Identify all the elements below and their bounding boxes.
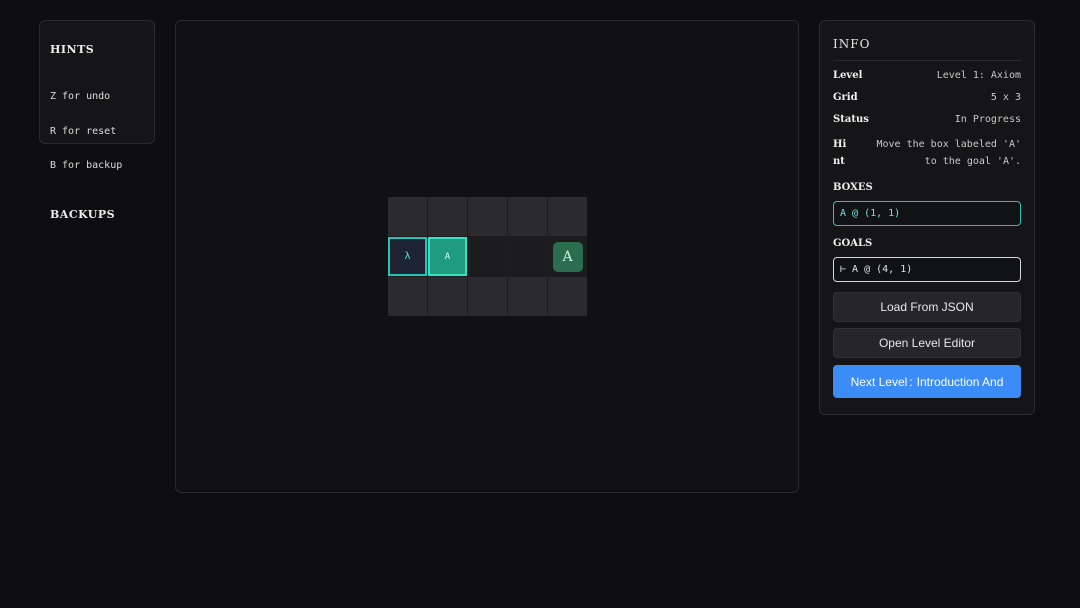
next-level-label: Next Level (850, 374, 908, 389)
wall-cell (508, 277, 547, 316)
info-panel: INFO Level Level 1: Axiom Grid 5 x 3 Sta… (819, 20, 1035, 415)
wall-cell (548, 197, 587, 236)
next-level-separator: : (909, 374, 913, 389)
goals-title: GOALS (833, 238, 873, 249)
info-value: Move the box labeled 'A' to the goal 'A'… (876, 139, 1022, 167)
next-level-name: Introduction And (916, 374, 1004, 389)
wall-cell (388, 277, 427, 316)
hint-reset: R for reset (50, 125, 117, 137)
hints-title: HINTS (50, 43, 95, 56)
game-grid[interactable]: λ A A (388, 197, 587, 316)
goal-cell: A (548, 237, 587, 276)
info-key: Hint (833, 139, 847, 167)
goals-field[interactable]: ⊢ A @ (4, 1) (833, 257, 1021, 282)
goal-tile: A (552, 241, 583, 272)
wall-cell (428, 277, 467, 316)
info-value: Level 1: Axiom (936, 70, 1021, 81)
info-key: Status (833, 114, 869, 125)
info-row-grid: Grid 5 x 3 (833, 92, 1021, 104)
next-level-button[interactable]: Next Level: Introduction And (833, 365, 1021, 398)
floor-cell (508, 237, 547, 276)
backups-title: BACKUPS (50, 207, 116, 221)
player-cell[interactable]: λ (388, 237, 427, 276)
info-row-hint: Hint Move the box labeled 'A' to the goa… (833, 136, 1021, 170)
wall-cell (428, 197, 467, 236)
info-key: Grid (833, 92, 858, 103)
hint-backup: B for backup (50, 160, 123, 171)
info-row-level: Level Level 1: Axiom (833, 70, 1021, 82)
box-cell[interactable]: A (428, 237, 467, 276)
floor-cell (468, 237, 507, 276)
wall-cell (468, 277, 507, 316)
info-key: Level (833, 70, 863, 81)
boxes-field[interactable]: A @ (1, 1) (833, 201, 1021, 226)
wall-cell (468, 197, 507, 236)
info-value: In Progress (954, 114, 1021, 125)
info-title: INFO (833, 37, 1021, 61)
wall-cell (548, 277, 587, 316)
load-from-json-button[interactable]: Load From JSON (833, 292, 1021, 322)
hint-list: Z for undo R for reset B for backup (50, 68, 144, 195)
hints-panel: HINTS Z for undo R for reset B for backu… (39, 20, 155, 221)
info-row-status: Status In Progress (833, 114, 1021, 126)
info-value: 5 x 3 (990, 92, 1021, 103)
boxes-title: BOXES (833, 182, 873, 193)
wall-cell (388, 197, 427, 236)
open-level-editor-button[interactable]: Open Level Editor (833, 328, 1021, 358)
wall-cell (508, 197, 547, 236)
hint-undo: Z for undo (50, 91, 111, 102)
game-board-panel: λ A A (175, 20, 799, 493)
